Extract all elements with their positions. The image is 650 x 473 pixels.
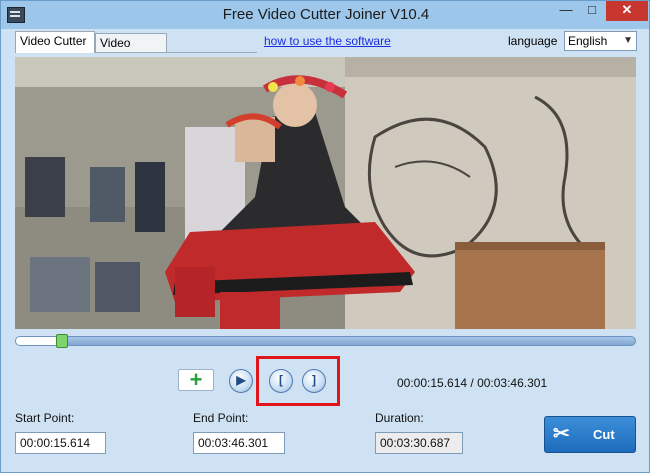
cut-button-label: Cut — [593, 427, 615, 442]
end-point-label: End Point: — [193, 411, 249, 425]
minimize-button[interactable]: — — [553, 1, 579, 21]
play-button[interactable]: ▶ — [229, 369, 253, 393]
video-preview[interactable] — [15, 57, 636, 329]
maximize-button[interactable]: □ — [579, 1, 605, 21]
play-icon: ▶ — [236, 373, 246, 387]
language-selected-value: English — [568, 34, 608, 48]
duration-field: 00:03:30.687 — [375, 432, 463, 454]
seek-bar[interactable] — [15, 334, 636, 348]
language-select[interactable]: English ▼ — [564, 31, 637, 51]
tab-video-joiner[interactable]: Video Joiner — [95, 33, 167, 69]
highlight-box — [256, 356, 340, 406]
end-point-field[interactable]: 00:03:46.301 — [193, 432, 285, 454]
start-point-label: Start Point: — [15, 411, 75, 425]
tab-divider — [167, 52, 257, 53]
plus-icon: + — [189, 367, 203, 392]
title-bar[interactable]: Free Video Cutter Joiner V10.4 — □ ✕ — [1, 1, 649, 29]
scissors-icon: ✂ — [553, 423, 570, 445]
video-frame-image — [15, 57, 636, 329]
tab-video-cutter[interactable]: Video Cutter — [15, 31, 95, 53]
start-point-field[interactable]: 00:00:15.614 — [15, 432, 106, 454]
app-window: Free Video Cutter Joiner V10.4 — □ ✕ Vid… — [0, 0, 650, 473]
time-status: 00:00:15.614 / 00:03:46.301 — [397, 376, 548, 390]
seek-thumb[interactable] — [56, 334, 68, 348]
chevron-down-icon: ▼ — [623, 35, 633, 46]
add-segment-button[interactable]: + — [178, 369, 214, 391]
cut-button[interactable]: ✂ Cut — [544, 416, 636, 453]
close-button[interactable]: ✕ — [606, 1, 648, 21]
duration-label: Duration: — [375, 411, 424, 425]
language-label: language — [508, 34, 558, 48]
help-link[interactable]: how to use the software — [264, 34, 391, 48]
